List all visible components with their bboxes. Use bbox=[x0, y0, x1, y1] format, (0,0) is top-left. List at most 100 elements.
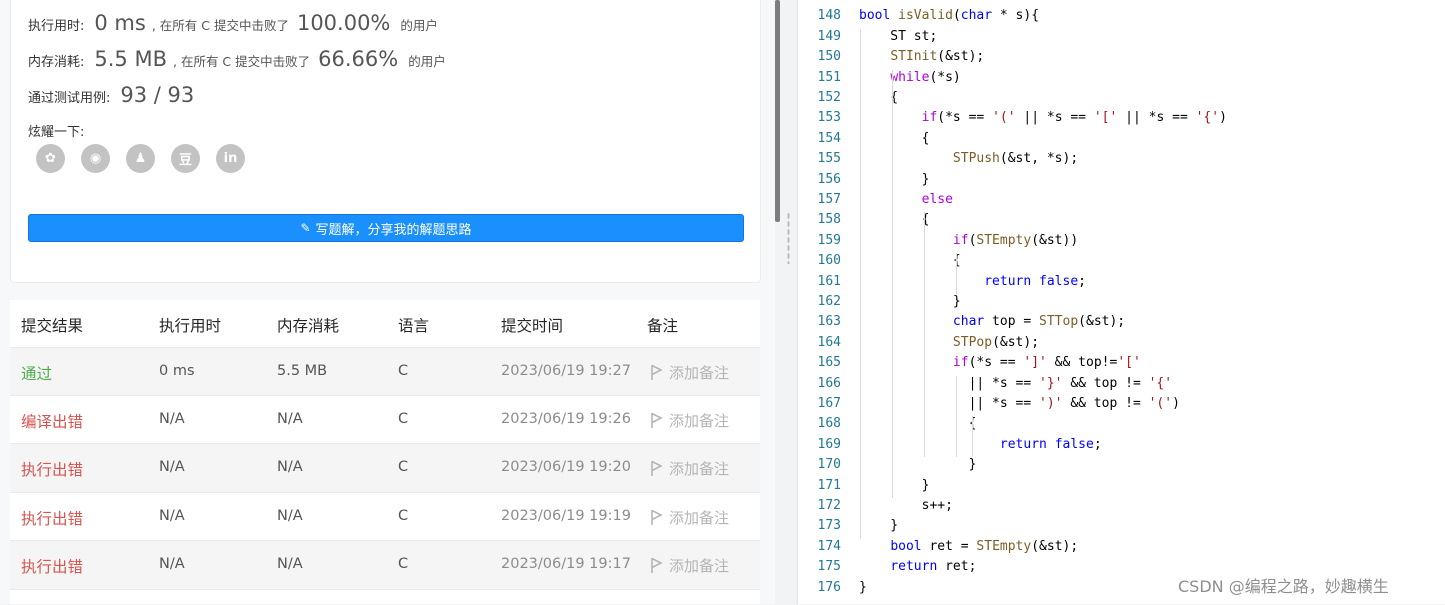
write-solution-button[interactable]: ✎ 写题解，分享我的解题思路 bbox=[28, 214, 744, 242]
row-runtime: N/A bbox=[159, 411, 185, 427]
code-line[interactable]: 167 || *s == ')' && top != '(') bbox=[798, 396, 1445, 416]
row-language: C bbox=[398, 556, 409, 572]
memory-value: 5.5 MB bbox=[94, 47, 167, 71]
code-line[interactable]: 149 ST st; bbox=[798, 29, 1445, 49]
runtime-stat: 执行用时: 0 ms , 在所有 C 提交中击败了 100.00% 的用户 bbox=[28, 11, 438, 35]
line-number: 162 bbox=[817, 294, 841, 309]
code-line[interactable]: 172 s++; bbox=[798, 498, 1445, 518]
code-text: STPop(&st); bbox=[952, 334, 1040, 350]
row-status[interactable]: 执行出错 bbox=[21, 507, 83, 529]
code-line[interactable]: 150 STInit(&st); bbox=[798, 49, 1445, 69]
code-text: while(*s) bbox=[890, 69, 961, 85]
code-text: || *s == '}' && top != '{' bbox=[859, 375, 1173, 391]
row-status[interactable]: 通过 bbox=[21, 362, 52, 384]
code-text: } bbox=[859, 171, 930, 187]
header-language[interactable]: 语言 bbox=[398, 314, 429, 336]
add-note-label: 添加备注 bbox=[669, 364, 730, 382]
watermark: CSDN @编程之路，妙趣横生 bbox=[1178, 577, 1389, 596]
line-number: 166 bbox=[817, 375, 841, 391]
code-line[interactable]: 169 return false; bbox=[798, 437, 1445, 457]
code-line[interactable]: 174 bool ret = STEmpty(&st); bbox=[798, 539, 1445, 559]
table-row[interactable]: 执行出错 N/A N/A C 2023/06/19 19:20 添加备注 bbox=[10, 443, 760, 492]
code-line[interactable]: 165 if(*s == ']' && top!='[' bbox=[798, 355, 1445, 375]
code-editor[interactable]: 147148bool isValid(char * s){149 ST st;1… bbox=[797, 0, 1445, 604]
runtime-percent: 100.00% bbox=[296, 11, 391, 35]
code-line[interactable]: 157 else bbox=[798, 192, 1445, 212]
header-submit-time[interactable]: 提交时间 bbox=[501, 314, 563, 336]
flag-icon bbox=[651, 364, 663, 380]
table-row[interactable]: 编译出错 N/A N/A C 2023/06/19 19:26 添加备注 bbox=[10, 395, 760, 444]
wechat-icon[interactable]: ✿ bbox=[36, 144, 65, 173]
code-text: } bbox=[859, 294, 961, 309]
line-number: 160 bbox=[817, 253, 841, 269]
douban-icon[interactable]: 豆 bbox=[171, 144, 200, 173]
linkedin-icon[interactable]: in bbox=[216, 144, 245, 173]
code-line[interactable]: 171 } bbox=[798, 478, 1445, 498]
table-row[interactable]: 执行出错 N/A N/A C 2023/06/19 19:19 添加备注 bbox=[10, 492, 760, 541]
line-number: 154 bbox=[817, 130, 841, 146]
weibo-icon[interactable]: ◉ bbox=[81, 144, 110, 173]
code-line[interactable]: 170 } bbox=[798, 457, 1445, 477]
code-line[interactable]: 159 if(STEmpty(&st)) bbox=[798, 233, 1445, 253]
code-text: s++; bbox=[859, 498, 953, 513]
add-note-button[interactable]: 添加备注 bbox=[650, 555, 729, 576]
line-number: 170 bbox=[817, 457, 841, 473]
runtime-label: 执行用时: bbox=[28, 19, 85, 34]
line-number: 167 bbox=[817, 396, 841, 411]
panel-resize-handle[interactable] bbox=[787, 212, 790, 264]
submission-detail-panel: 执行用时: 0 ms , 在所有 C 提交中击败了 100.00% 的用户 内存… bbox=[0, 0, 775, 604]
indent-guide bbox=[956, 375, 957, 458]
code-line[interactable]: 153 if(*s == '(' || *s == '[' || *s == '… bbox=[798, 110, 1445, 130]
code-line[interactable]: 156 } bbox=[798, 172, 1445, 192]
qq-icon[interactable]: ♟ bbox=[126, 144, 155, 173]
code-line[interactable]: 160 { bbox=[798, 253, 1445, 273]
header-runtime[interactable]: 执行用时 bbox=[159, 314, 221, 336]
line-number: 147 bbox=[798, 0, 841, 3]
code-line[interactable]: 166 || *s == '}' && top != '{' bbox=[798, 376, 1445, 396]
row-memory: N/A bbox=[277, 459, 303, 475]
code-line[interactable]: 152 { bbox=[798, 90, 1445, 110]
code-text: return false; bbox=[984, 273, 1086, 289]
code-line[interactable]: 158 { bbox=[798, 212, 1445, 232]
code-line[interactable]: 162 } bbox=[798, 294, 1445, 314]
line-number: 171 bbox=[817, 477, 841, 493]
line-number: 168 bbox=[817, 416, 841, 432]
code-line[interactable]: 164 STPop(&st); bbox=[798, 335, 1445, 355]
header-memory[interactable]: 内存消耗 bbox=[277, 314, 339, 336]
code-line[interactable]: 161 return false; bbox=[798, 274, 1445, 294]
line-number: 163 bbox=[817, 314, 841, 330]
code-line[interactable]: 163 char top = STTop(&st); bbox=[798, 314, 1445, 334]
flag-icon bbox=[651, 460, 663, 476]
add-note-button[interactable]: 添加备注 bbox=[650, 507, 729, 528]
code-line[interactable]: 155 STPush(&st, *s); bbox=[798, 151, 1445, 171]
code-line[interactable]: 168 { bbox=[798, 416, 1445, 436]
row-status[interactable]: 执行出错 bbox=[21, 555, 83, 577]
code-line[interactable]: 173 } bbox=[798, 518, 1445, 538]
row-status[interactable]: 执行出错 bbox=[21, 458, 83, 480]
left-panel-scrollbar[interactable] bbox=[775, 0, 780, 222]
code-line[interactable]: 151 while(*s) bbox=[798, 70, 1445, 90]
line-number: 148 bbox=[817, 8, 841, 24]
line-number: 165 bbox=[817, 355, 841, 371]
add-note-button[interactable]: 添加备注 bbox=[650, 362, 729, 383]
row-status[interactable]: 编译出错 bbox=[21, 410, 83, 432]
add-note-label: 添加备注 bbox=[669, 557, 730, 575]
code-line[interactable]: 148 bool isValid(char * s){ bbox=[798, 8, 1445, 28]
add-note-button[interactable]: 添加备注 bbox=[650, 410, 729, 431]
code-line[interactable]: 154 { bbox=[798, 131, 1445, 151]
indent-guide bbox=[924, 212, 925, 458]
line-number: 151 bbox=[817, 69, 841, 85]
row-runtime: N/A bbox=[159, 508, 185, 524]
write-solution-label: 写题解，分享我的解题思路 bbox=[315, 222, 472, 238]
code-line[interactable]: 147 bbox=[798, 0, 1445, 8]
line-number: 149 bbox=[817, 28, 841, 44]
code-text: return false; bbox=[999, 436, 1102, 452]
table-row[interactable]: 执行出错 N/A N/A C 2023/06/19 19:17 添加备注 bbox=[10, 540, 760, 589]
row-runtime: N/A bbox=[159, 556, 185, 572]
table-row[interactable]: 通过 0 ms 5.5 MB C 2023/06/19 19:27 添加备注 bbox=[10, 347, 760, 396]
add-note-button[interactable]: 添加备注 bbox=[650, 458, 729, 479]
line-number: 155 bbox=[817, 151, 841, 167]
add-note-label: 添加备注 bbox=[669, 460, 730, 478]
header-status[interactable]: 提交结果 bbox=[21, 314, 83, 336]
code-text: return ret; bbox=[890, 559, 977, 575]
